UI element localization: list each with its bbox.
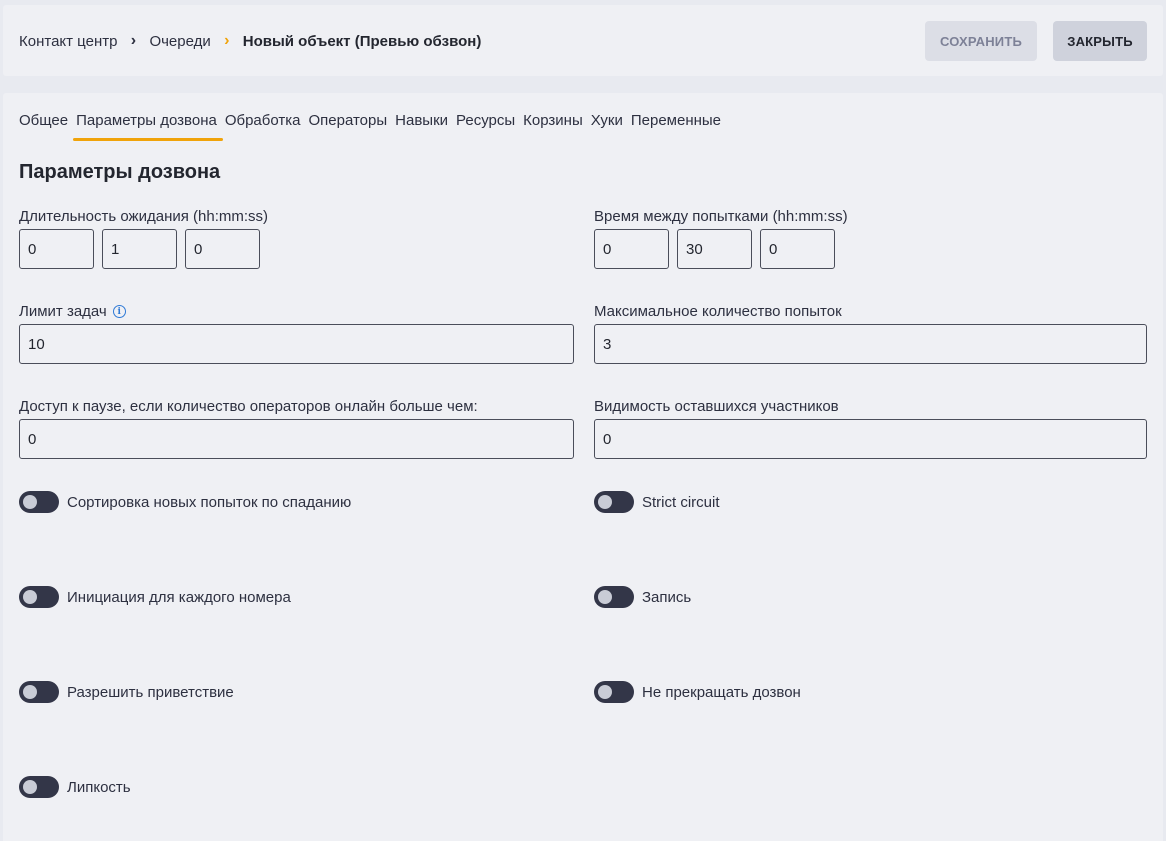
close-button[interactable]: ЗАКРЫТЬ [1053,21,1147,61]
no-stop-dialing-toggle[interactable] [594,681,634,703]
recording-toggle[interactable] [594,586,634,608]
max-attempts-input[interactable]: 3 [594,324,1147,364]
toggle-knob [23,685,37,699]
retry-interval-minutes-input[interactable]: 30 [677,229,752,269]
sort-desc-label: Сортировка новых попыток по спаданию [67,493,352,511]
retry-interval-label: Время между попытками (hh:mm:ss) [594,208,848,225]
wait-duration-label: Длительность ожидания (hh:mm:ss) [19,208,269,225]
page-header: Контакт центр › Очереди › Новый объект (… [3,5,1163,76]
tab-operators[interactable]: Операторы [304,113,391,141]
tab-processing[interactable]: Обработка [221,113,305,141]
task-limit-input[interactable]: 10 [19,324,574,364]
tab-hooks[interactable]: Хуки [587,113,627,141]
pause-access-input[interactable]: 0 [19,419,574,459]
retry-interval-seconds-input[interactable]: 0 [760,229,835,269]
wait-duration-seconds-input[interactable]: 0 [185,229,260,269]
tab-resources[interactable]: Ресурсы [452,113,519,141]
stickiness-label: Липкость [67,778,131,796]
wait-duration-minutes-input[interactable]: 1 [102,229,177,269]
toggle-knob [598,590,612,604]
tab-dialing-params[interactable]: Параметры дозвона [72,113,223,141]
info-icon[interactable]: i [112,305,126,318]
sort-desc-toggle-row: Сортировка новых попыток по спаданию [19,491,351,513]
pause-access-label: Доступ к паузе, если количество оператор… [19,398,478,415]
remaining-visibility-input[interactable]: 0 [594,419,1147,459]
allow-greeting-toggle-row: Разрешить приветствие [19,681,234,703]
allow-greeting-label: Разрешить приветствие [67,683,234,701]
toggle-knob [598,685,612,699]
remaining-visibility-label: Видимость оставшихся участников [594,398,839,415]
tab-general[interactable]: Общее [19,113,72,141]
allow-greeting-toggle[interactable] [19,681,59,703]
toggle-knob [23,590,37,604]
recording-toggle-row: Запись [594,586,691,608]
strict-circuit-toggle-row: Strict circuit [594,491,720,513]
section-title: Параметры дозвона [19,161,221,183]
max-attempts-label: Максимальное количество попыток [594,303,842,320]
init-each-number-label: Инициация для каждого номера [67,588,291,606]
breadcrumb-separator-icon: › [224,32,230,49]
no-stop-dialing-toggle-row: Не прекращать дозвон [594,681,801,703]
toggle-knob [23,780,37,794]
breadcrumb-separator-icon: › [130,32,137,49]
stickiness-toggle[interactable] [19,776,59,798]
settings-panel: Общее Параметры дозвона Обработка Операт… [3,93,1163,841]
init-each-number-toggle[interactable] [19,586,59,608]
sort-desc-toggle[interactable] [19,491,59,513]
init-each-number-toggle-row: Инициация для каждого номера [19,586,291,608]
tab-buckets[interactable]: Корзины [519,113,587,141]
breadcrumb-queues[interactable]: Очереди [149,33,210,50]
tab-bar: Общее Параметры дозвона Обработка Операт… [19,113,725,141]
toggle-knob [23,495,37,509]
save-button[interactable]: СОХРАНИТЬ [925,21,1037,61]
stickiness-toggle-row: Липкость [19,776,131,798]
strict-circuit-label: Strict circuit [642,493,720,511]
toggle-knob [598,495,612,509]
breadcrumb-current: Новый объект (Превью обзвон) [242,32,482,50]
tab-variables[interactable]: Переменные [627,113,725,141]
no-stop-dialing-label: Не прекращать дозвон [642,683,801,701]
wait-duration-hours-input[interactable]: 0 [19,229,94,269]
task-limit-label: Лимит задач [19,303,107,320]
breadcrumb-contact-center[interactable]: Контакт центр [19,33,117,50]
recording-label: Запись [642,588,692,606]
task-limit-label-row: Лимит задач i [19,303,126,320]
retry-interval-hours-input[interactable]: 0 [594,229,669,269]
tab-skills[interactable]: Навыки [391,113,452,141]
breadcrumb: Контакт центр › Очереди › Новый объект (… [19,32,481,50]
strict-circuit-toggle[interactable] [594,491,634,513]
